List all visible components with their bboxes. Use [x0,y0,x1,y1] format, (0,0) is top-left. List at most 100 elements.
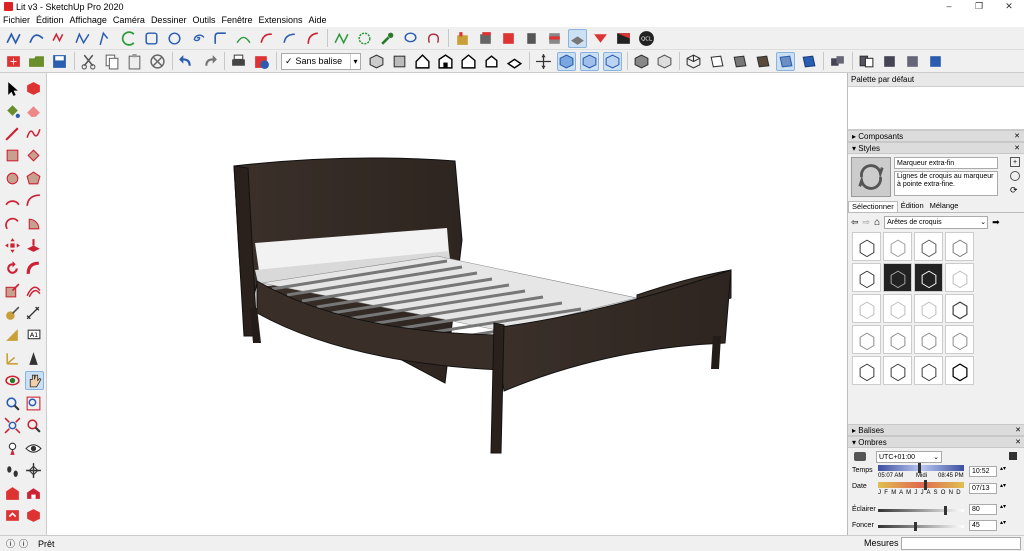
share-component-icon[interactable] [25,506,42,525]
warehouse-icon[interactable] [4,484,21,503]
dark-slider-thumb[interactable] [914,522,917,531]
zoom-icon[interactable] [4,394,21,413]
copy-icon[interactable] [102,52,121,71]
timezone-select[interactable]: UTC+01:00 ⌄ [876,451,942,463]
perspective-icon[interactable] [534,52,553,71]
dimension-icon[interactable] [25,304,42,323]
lasso-icon[interactable] [401,29,420,48]
reload-style-icon[interactable]: ⟳ [1010,185,1020,195]
rotated-rect-icon[interactable] [25,146,42,165]
curve-icon[interactable] [96,29,115,48]
style-thumb[interactable] [852,232,881,261]
details-arrow-icon[interactable]: ➡ [992,217,1000,228]
bottom-view-icon[interactable] [505,52,524,71]
red-stripe-icon[interactable] [545,29,564,48]
time-input[interactable]: 10:52 [969,466,997,477]
make-component-icon[interactable] [25,79,42,98]
dxf-icon[interactable] [453,29,472,48]
zigzag-icon[interactable] [332,29,351,48]
open-folder-icon[interactable] [27,52,46,71]
section-plane-icon[interactable] [857,52,876,71]
style-thumb[interactable] [945,294,974,323]
style-thumb[interactable] [852,263,881,292]
style-description-field[interactable]: Lignes de croquis au marqueur à pointe e… [894,171,998,196]
circle-outline-icon[interactable] [165,29,184,48]
forward-arrow-icon[interactable]: ⇨ [863,217,871,228]
paste-icon[interactable] [125,52,144,71]
face-shaded-icon[interactable] [776,51,795,71]
maximize-button[interactable]: ❐ [964,0,994,13]
style-thumb[interactable] [883,232,912,261]
menu-dessiner[interactable]: Dessiner [151,15,187,25]
arc-red-icon[interactable] [257,29,276,48]
move-tool-icon[interactable] [4,236,21,255]
style-thumb[interactable] [883,294,912,323]
spinner-icon[interactable]: ▴▾ [1000,482,1006,489]
cut-icon[interactable] [79,52,98,71]
menu-aide[interactable]: Aide [309,15,327,25]
line-pencil-icon[interactable] [4,124,21,143]
menu-camera[interactable]: Caméra [113,15,145,25]
tags-section-header[interactable]: ▸ Balises ✕ [848,424,1024,436]
face-outline-icon[interactable] [707,52,726,71]
orbit-icon[interactable] [4,371,21,390]
minimize-button[interactable]: – [934,0,964,13]
qcl-badge-icon[interactable]: QCL [637,29,656,48]
shadow-settings-icon[interactable] [1009,452,1017,460]
look-around-icon[interactable] [25,439,42,458]
style-thumb[interactable] [883,325,912,354]
pie-tool-icon[interactable] [25,214,42,233]
style-collection-select[interactable]: Arêtes de croquis ⌄ [884,215,989,229]
tag-select[interactable]: ✓ Sans balise ▾ [281,52,361,70]
right-view-icon[interactable] [436,52,455,71]
measures-input[interactable] [901,537,1021,550]
style-thumb[interactable] [914,356,943,385]
back-arrow-icon[interactable]: ⇦ [851,217,859,228]
print-icon[interactable] [229,52,248,71]
circle-tool-icon[interactable] [4,169,21,188]
light-slider[interactable] [878,506,964,515]
round-corner-icon[interactable] [355,29,374,48]
geo-location-icon[interactable]: ⓘ [6,537,15,550]
section-fill-icon[interactable] [903,52,922,71]
red-black-icon[interactable] [614,29,633,48]
zoom-extents-icon[interactable] [4,416,21,435]
style-thumb-dark[interactable] [883,263,912,292]
back-view-icon[interactable] [459,52,478,71]
components-section-header[interactable]: ▸ Composants ✕ [848,130,1024,142]
rectangle-outline-icon[interactable] [142,29,161,48]
zoom-window-icon[interactable] [25,394,42,413]
camera-zoom-icon[interactable] [828,52,847,71]
polyline-icon[interactable] [73,29,92,48]
erase-icon[interactable] [148,52,167,71]
style-thumb[interactable] [945,325,974,354]
previous-view-icon[interactable] [25,416,42,435]
loop-icon[interactable] [424,29,443,48]
top-view-icon[interactable] [390,52,409,71]
style-thumb[interactable] [945,232,974,261]
menu-fichier[interactable]: Fichier [3,15,30,25]
face-textured-icon[interactable] [753,52,772,71]
freehand-icon[interactable] [4,29,23,48]
arc-blue-icon[interactable] [280,29,299,48]
style-thumb[interactable] [945,356,974,385]
close-icon[interactable]: ✕ [1015,437,1021,449]
close-button[interactable]: ✕ [994,0,1024,13]
dark-slider[interactable] [878,522,964,531]
undo-icon[interactable] [177,52,196,71]
gray-box-icon[interactable] [522,29,541,48]
pan-hand-icon[interactable] [25,371,44,391]
update-style-icon[interactable] [1010,171,1020,181]
hidden-line-icon[interactable] [632,52,651,71]
shadows-toggle-icon[interactable] [854,452,866,461]
cube-outline-icon[interactable] [684,52,703,71]
push-pull-icon[interactable] [25,236,42,255]
dark-input[interactable]: 45 [969,520,997,531]
time-slider-thumb[interactable] [918,463,921,473]
new-model-icon[interactable]: + [4,52,23,71]
tab-edition[interactable]: Édition [898,201,927,212]
tab-melange[interactable]: Mélange [927,201,962,212]
section-cut-icon[interactable] [880,52,899,71]
scale-tool-icon[interactable] [4,281,21,300]
walk-icon[interactable] [4,461,21,480]
